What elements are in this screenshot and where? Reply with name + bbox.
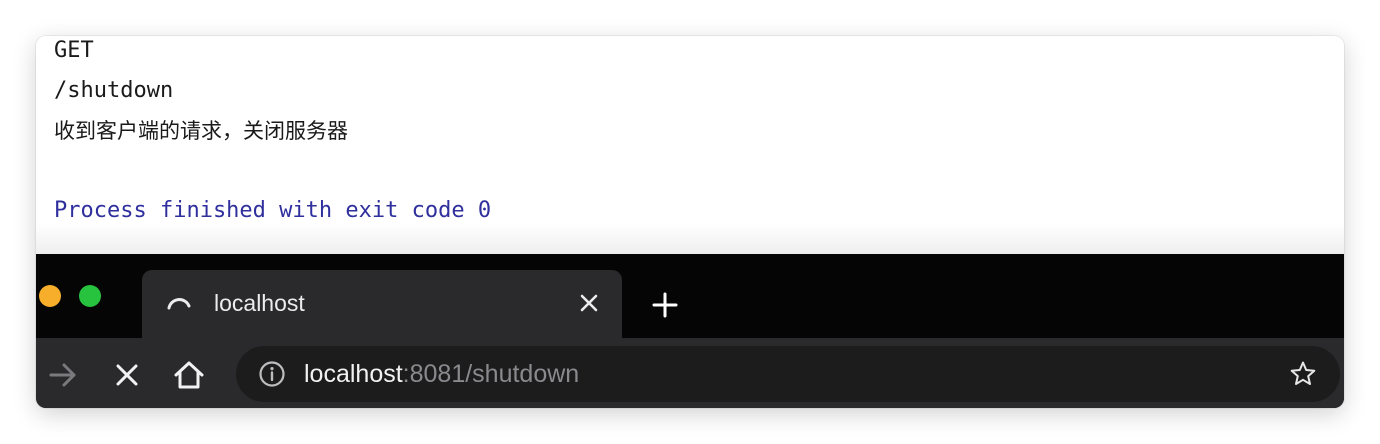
- address-url[interactable]: localhost:8081/shutdown: [304, 359, 579, 389]
- console-line-message: 收到客户端的请求，关闭服务器: [54, 119, 348, 143]
- close-icon: [116, 364, 138, 386]
- bookmark-button[interactable]: [1288, 359, 1318, 389]
- star-icon: [1290, 361, 1316, 385]
- console-line-path: /shutdown: [54, 78, 174, 103]
- window: GET /shutdown 收到客户端的请求，关闭服务器 Process fin…: [36, 36, 1344, 408]
- url-host: localhost: [304, 360, 403, 388]
- screenshot: GET /shutdown 收到客户端的请求，关闭服务器 Process fin…: [0, 0, 1380, 444]
- console-line-exit: Process finished with exit code 0: [54, 198, 492, 223]
- maximize-window-button[interactable]: [79, 285, 101, 307]
- tab-localhost[interactable]: localhost: [142, 270, 622, 338]
- toolbar: localhost:8081/shutdown: [36, 338, 1344, 408]
- new-tab-button[interactable]: [650, 290, 680, 320]
- minimize-window-button[interactable]: [39, 285, 61, 307]
- address-bar[interactable]: localhost:8081/shutdown: [236, 346, 1340, 402]
- console-output: GET /shutdown 收到客户端的请求，关闭服务器 Process fin…: [36, 36, 1344, 254]
- close-icon: [580, 294, 598, 312]
- arrow-right-icon: [49, 363, 76, 387]
- home-icon: [174, 361, 204, 389]
- console-line-method: GET: [54, 38, 94, 63]
- info-icon: [259, 361, 285, 387]
- url-path: :8081/shutdown: [402, 360, 580, 388]
- tab-title: localhost: [214, 290, 305, 316]
- browser-chrome: localhost localhost:8081/shutdown: [36, 254, 1344, 408]
- console-fade: [36, 224, 1344, 254]
- forward-button[interactable]: [46, 358, 80, 392]
- site-info-button[interactable]: [258, 360, 286, 388]
- tab-close-button[interactable]: [576, 290, 602, 316]
- loading-spinner-icon: [164, 288, 194, 318]
- home-button[interactable]: [172, 358, 206, 392]
- stop-loading-button[interactable]: [110, 358, 144, 392]
- tab-strip: localhost: [36, 254, 1344, 338]
- plus-icon: [652, 292, 678, 318]
